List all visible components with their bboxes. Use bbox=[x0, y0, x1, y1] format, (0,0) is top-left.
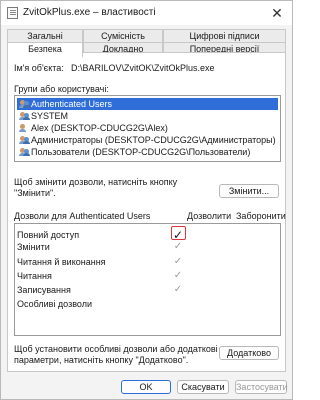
users-icon bbox=[19, 100, 30, 108]
allow-read-execute-checkmark: ✓ bbox=[173, 256, 183, 267]
ok-button[interactable]: OK bbox=[121, 380, 171, 394]
title-bar[interactable]: ZvitOkPlus.exe – властивості ✕ bbox=[1, 1, 292, 25]
window-title: ZvitOkPlus.exe – властивості bbox=[23, 7, 156, 18]
allow-header: Дозволити bbox=[187, 211, 232, 221]
list-item-label: Authenticated Users bbox=[31, 99, 113, 109]
permissions-list: Повний доступ Змінити Читання й виконанн… bbox=[14, 223, 281, 336]
file-icon bbox=[7, 7, 18, 19]
permission-name: Повний доступ bbox=[17, 230, 80, 240]
list-item-label: SYSTEM bbox=[31, 111, 69, 121]
list-item[interactable]: SYSTEM bbox=[17, 110, 278, 122]
cancel-button[interactable]: Скасувати bbox=[177, 380, 229, 394]
permission-name: Змінити bbox=[17, 242, 50, 252]
change-button[interactable]: Змінити... bbox=[219, 184, 279, 198]
permission-name: Читання й виконання bbox=[17, 257, 106, 267]
permission-row: Записування bbox=[17, 284, 71, 296]
properties-window: ZvitOkPlus.exe – властивості ✕ Загальні … bbox=[0, 0, 293, 400]
security-panel: Ім'я об'єкта: D:\BARILOV\ZvitOK\ZvitOkPl… bbox=[7, 52, 286, 372]
list-item[interactable]: Пользователи (DESKTOP-CDUCG2G\Пользовате… bbox=[17, 146, 278, 158]
tab-security[interactable]: Безпека bbox=[7, 42, 83, 57]
change-hint-line2: "Змінити". bbox=[14, 188, 56, 198]
list-item[interactable]: Администраторы (DESKTOP-CDUCG2G\Админист… bbox=[17, 134, 278, 146]
list-item[interactable]: Authenticated Users bbox=[17, 98, 278, 110]
groups-listbox[interactable]: Authenticated Users SYSTEM Alex (DESKTOP… bbox=[14, 95, 281, 162]
object-name-label: Ім'я об'єкта: bbox=[14, 63, 64, 73]
users-icon bbox=[19, 136, 30, 144]
permission-row: Особливі дозволи bbox=[17, 298, 92, 310]
permissions-header: Дозволи для Authenticated Users bbox=[14, 211, 151, 221]
permission-name: Читання bbox=[17, 271, 52, 281]
allow-write-checkmark: ✓ bbox=[173, 284, 183, 295]
groups-label: Групи або користувачі: bbox=[14, 84, 109, 94]
apply-button[interactable]: Застосувати bbox=[235, 380, 288, 394]
users-icon bbox=[19, 148, 30, 156]
deny-header: Заборонити bbox=[236, 211, 286, 221]
highlight-box bbox=[171, 226, 186, 240]
tab-compatibility[interactable]: Сумісність bbox=[83, 29, 163, 42]
tab-digital-signatures[interactable]: Цифрові підписи bbox=[163, 29, 286, 42]
user-icon bbox=[19, 124, 29, 132]
close-button[interactable]: ✕ bbox=[268, 4, 286, 22]
allow-read-checkmark: ✓ bbox=[173, 270, 183, 281]
list-item-label: Администраторы (DESKTOP-CDUCG2G\Админист… bbox=[31, 135, 276, 145]
permission-name: Особливі дозволи bbox=[17, 299, 92, 309]
permission-row: Змінити bbox=[17, 241, 50, 253]
list-item-label: Alex (DESKTOP-CDUCG2G\Alex) bbox=[31, 123, 168, 133]
advanced-hint-line1: Щоб установити особливі дозволи або дода… bbox=[14, 344, 218, 354]
list-item-label: Пользователи (DESKTOP-CDUCG2G\Пользовате… bbox=[31, 147, 251, 157]
permission-row: Читання й виконання bbox=[17, 256, 106, 268]
change-hint-line1: Щоб змінити дозволи, натисніть кнопку bbox=[14, 177, 178, 187]
tab-general[interactable]: Загальні bbox=[7, 29, 83, 42]
permission-row: Повний доступ bbox=[17, 229, 79, 241]
advanced-hint-line2: параметри, натисніть кнопку "Додатково". bbox=[14, 355, 189, 365]
allow-modify-checkmark: ✓ bbox=[173, 241, 183, 252]
users-icon bbox=[19, 112, 30, 120]
object-name-value: D:\BARILOV\ZvitOK\ZvitOkPlus.exe bbox=[71, 63, 215, 73]
permission-row: Читання bbox=[17, 270, 52, 282]
list-item[interactable]: Alex (DESKTOP-CDUCG2G\Alex) bbox=[17, 122, 278, 134]
permission-name: Записування bbox=[17, 285, 71, 295]
advanced-button[interactable]: Додатково bbox=[219, 346, 279, 360]
